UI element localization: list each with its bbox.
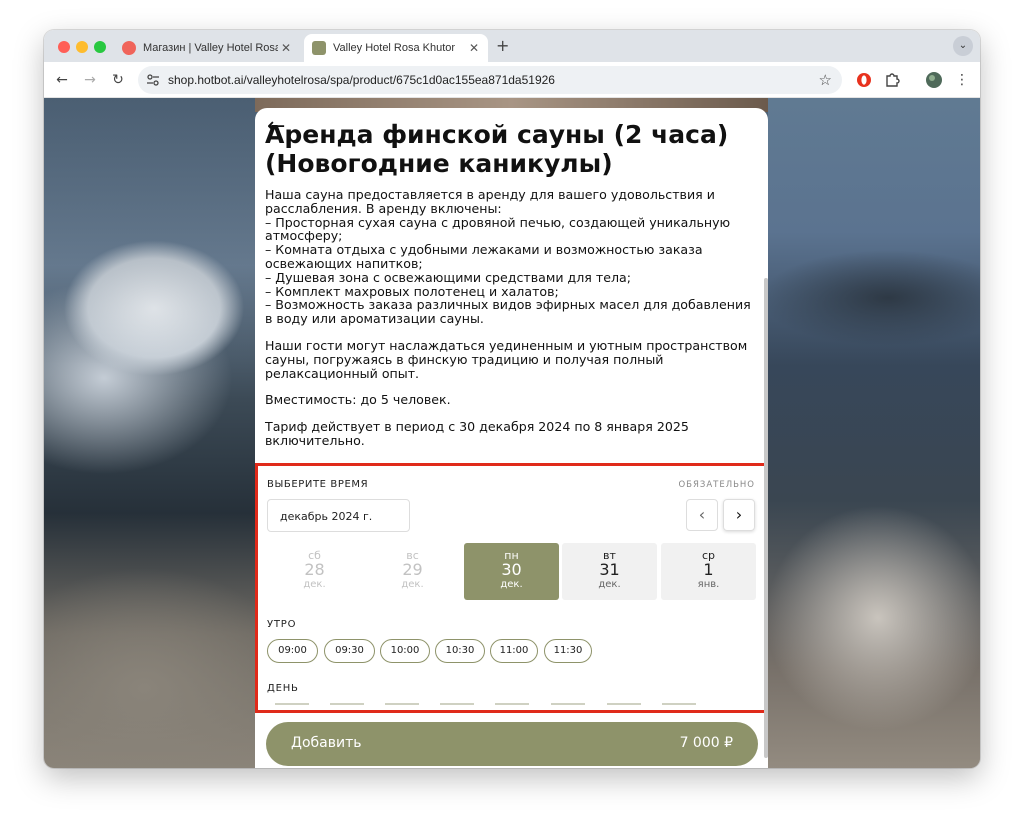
day-number: 1 <box>703 560 714 579</box>
time-slot-button[interactable] <box>495 703 529 705</box>
time-slot-button[interactable] <box>275 703 309 705</box>
time-slot-button[interactable]: 10:30 <box>435 639 485 663</box>
day-number: 29 <box>402 560 423 579</box>
time-slot-button[interactable]: 11:30 <box>544 639 592 663</box>
day-label: ДЕНЬ <box>267 683 299 694</box>
day-month: дек. <box>500 579 523 590</box>
close-window-button[interactable] <box>58 41 70 53</box>
tab-bar: Магазин | Valley Hotel Rosa Khutor ✕ Val… <box>44 30 980 62</box>
morning-label: УТРО <box>267 619 297 630</box>
browser-window: Магазин | Valley Hotel Rosa Khutor ✕ Val… <box>44 30 980 768</box>
time-slot-button[interactable] <box>385 703 419 705</box>
background-hills-image <box>44 428 256 768</box>
time-slot-button[interactable] <box>551 703 585 705</box>
product-title: Аренда финской сауны (2 часа) (Новогодни… <box>265 120 729 178</box>
day-slots-partial <box>267 703 759 707</box>
time-slot-button[interactable] <box>607 703 641 705</box>
description-paragraph: Наши гости могут наслаждаться уединенным… <box>265 337 748 381</box>
tab-title: Valley Hotel Rosa Khutor <box>333 42 456 54</box>
time-slot-button[interactable] <box>440 703 474 705</box>
booking-section: ВЫБЕРИТЕ ВРЕМЯ ОБЯЗАТЕЛЬНО декабрь 2024 … <box>255 463 768 713</box>
back-arrow-icon[interactable]: ← <box>267 114 285 139</box>
close-tab-icon[interactable]: ✕ <box>466 41 482 55</box>
close-tab-icon[interactable]: ✕ <box>278 41 294 55</box>
profile-avatar[interactable] <box>924 70 944 90</box>
day-month: янв. <box>697 579 720 590</box>
day-month: дек. <box>303 579 326 590</box>
description-line: Наша сауна предоставляется в аренду для … <box>265 187 715 216</box>
page-content: Аренда финской сауны (2 часа) (Новогодни… <box>44 98 980 768</box>
day-number: 28 <box>304 560 325 579</box>
required-badge: ОБЯЗАТЕЛЬНО <box>678 480 755 490</box>
time-slot-button[interactable]: 10:00 <box>380 639 430 663</box>
tab-title: Магазин | Valley Hotel Rosa Khutor <box>143 42 278 54</box>
next-days-button[interactable]: › <box>723 499 755 531</box>
tariff-text: Тариф действует в период с 30 декабря 20… <box>265 419 689 448</box>
tab-search-button[interactable]: ⌄ <box>953 36 973 56</box>
prev-days-button[interactable]: ‹ <box>686 499 718 531</box>
desktop: Магазин | Valley Hotel Rosa Khutor ✕ Val… <box>0 0 1024 827</box>
day-month: дек. <box>401 579 424 590</box>
day-option[interactable]: ср 1 янв. <box>661 543 756 600</box>
new-tab-button[interactable]: + <box>496 36 509 55</box>
forward-button[interactable]: → <box>80 70 100 90</box>
day-option-selected[interactable]: пн 30 дек. <box>464 543 559 600</box>
product-description: Наша сауна предоставляется в аренду для … <box>265 188 760 461</box>
browser-toolbar: ← → ↻ shop.hotbot.ai/valleyhotelrosa/spa… <box>44 62 980 98</box>
tab-shop[interactable]: Магазин | Valley Hotel Rosa Khutor ✕ <box>114 34 300 62</box>
price-label: 7 000 ₽ <box>679 735 733 751</box>
description-list: Наша сауна предоставляется в аренду для … <box>265 188 760 326</box>
product-card: Аренда финской сауны (2 часа) (Новогодни… <box>255 108 768 768</box>
add-button-label: Добавить <box>291 735 362 751</box>
day-option: сб 28 дек. <box>267 543 362 600</box>
description-line: – Возможность заказа различных видов эфи… <box>265 297 751 327</box>
month-select[interactable]: декабрь 2024 г. <box>267 499 410 532</box>
bookmark-star-icon[interactable]: ☆ <box>819 71 832 89</box>
day-picker: сб 28 дек. вс 29 дек. пн 30 дек. вт 31 д… <box>267 543 759 600</box>
time-slot-button[interactable] <box>330 703 364 705</box>
background-mountain-image <box>768 98 980 768</box>
maximize-window-button[interactable] <box>94 41 106 53</box>
description-line: – Комплект махровых полотенец и халатов; <box>265 283 559 299</box>
day-number: 31 <box>599 560 620 579</box>
day-number: 30 <box>501 560 522 579</box>
day-option: вс 29 дек. <box>365 543 460 600</box>
time-slot-button[interactable] <box>662 703 696 705</box>
address-bar[interactable]: shop.hotbot.ai/valleyhotelrosa/spa/produ… <box>138 66 842 94</box>
description-line: – Душевая зона с освежающими средствами … <box>265 269 631 285</box>
opera-extension-icon[interactable] <box>854 70 874 90</box>
hotel-icon <box>312 41 326 55</box>
tab-hotel[interactable]: Valley Hotel Rosa Khutor ✕ <box>304 34 488 62</box>
description-line: – Комната отдыха с удобными лежаками и в… <box>265 242 703 271</box>
minimize-window-button[interactable] <box>76 41 88 53</box>
add-to-cart-button[interactable]: Добавить 7 000 ₽ <box>266 722 758 766</box>
time-slot-button[interactable]: 09:30 <box>324 639 375 663</box>
capacity-text: Вместимость: до 5 человек. <box>265 392 451 408</box>
select-time-label: ВЫБЕРИТЕ ВРЕМЯ <box>267 479 369 490</box>
hotbot-icon <box>122 41 136 55</box>
time-slot-button[interactable]: 09:00 <box>267 639 318 663</box>
browser-menu-button[interactable]: ⋮ <box>952 70 972 90</box>
description-line: – Просторная сухая сауна с дровяной печь… <box>265 214 731 244</box>
url-text[interactable]: shop.hotbot.ai/valleyhotelrosa/spa/produ… <box>168 73 555 87</box>
day-option[interactable]: вт 31 дек. <box>562 543 657 600</box>
back-button[interactable]: ← <box>52 70 72 90</box>
page-scrollbar[interactable] <box>764 278 768 758</box>
extensions-puzzle-icon[interactable] <box>882 70 902 90</box>
time-slot-button[interactable]: 11:00 <box>490 639 538 663</box>
day-month: дек. <box>598 579 621 590</box>
morning-slots: 09:00 09:30 10:00 10:30 11:00 11:30 <box>267 639 759 663</box>
site-info-icon[interactable] <box>146 73 160 87</box>
reload-button[interactable]: ↻ <box>108 70 128 90</box>
